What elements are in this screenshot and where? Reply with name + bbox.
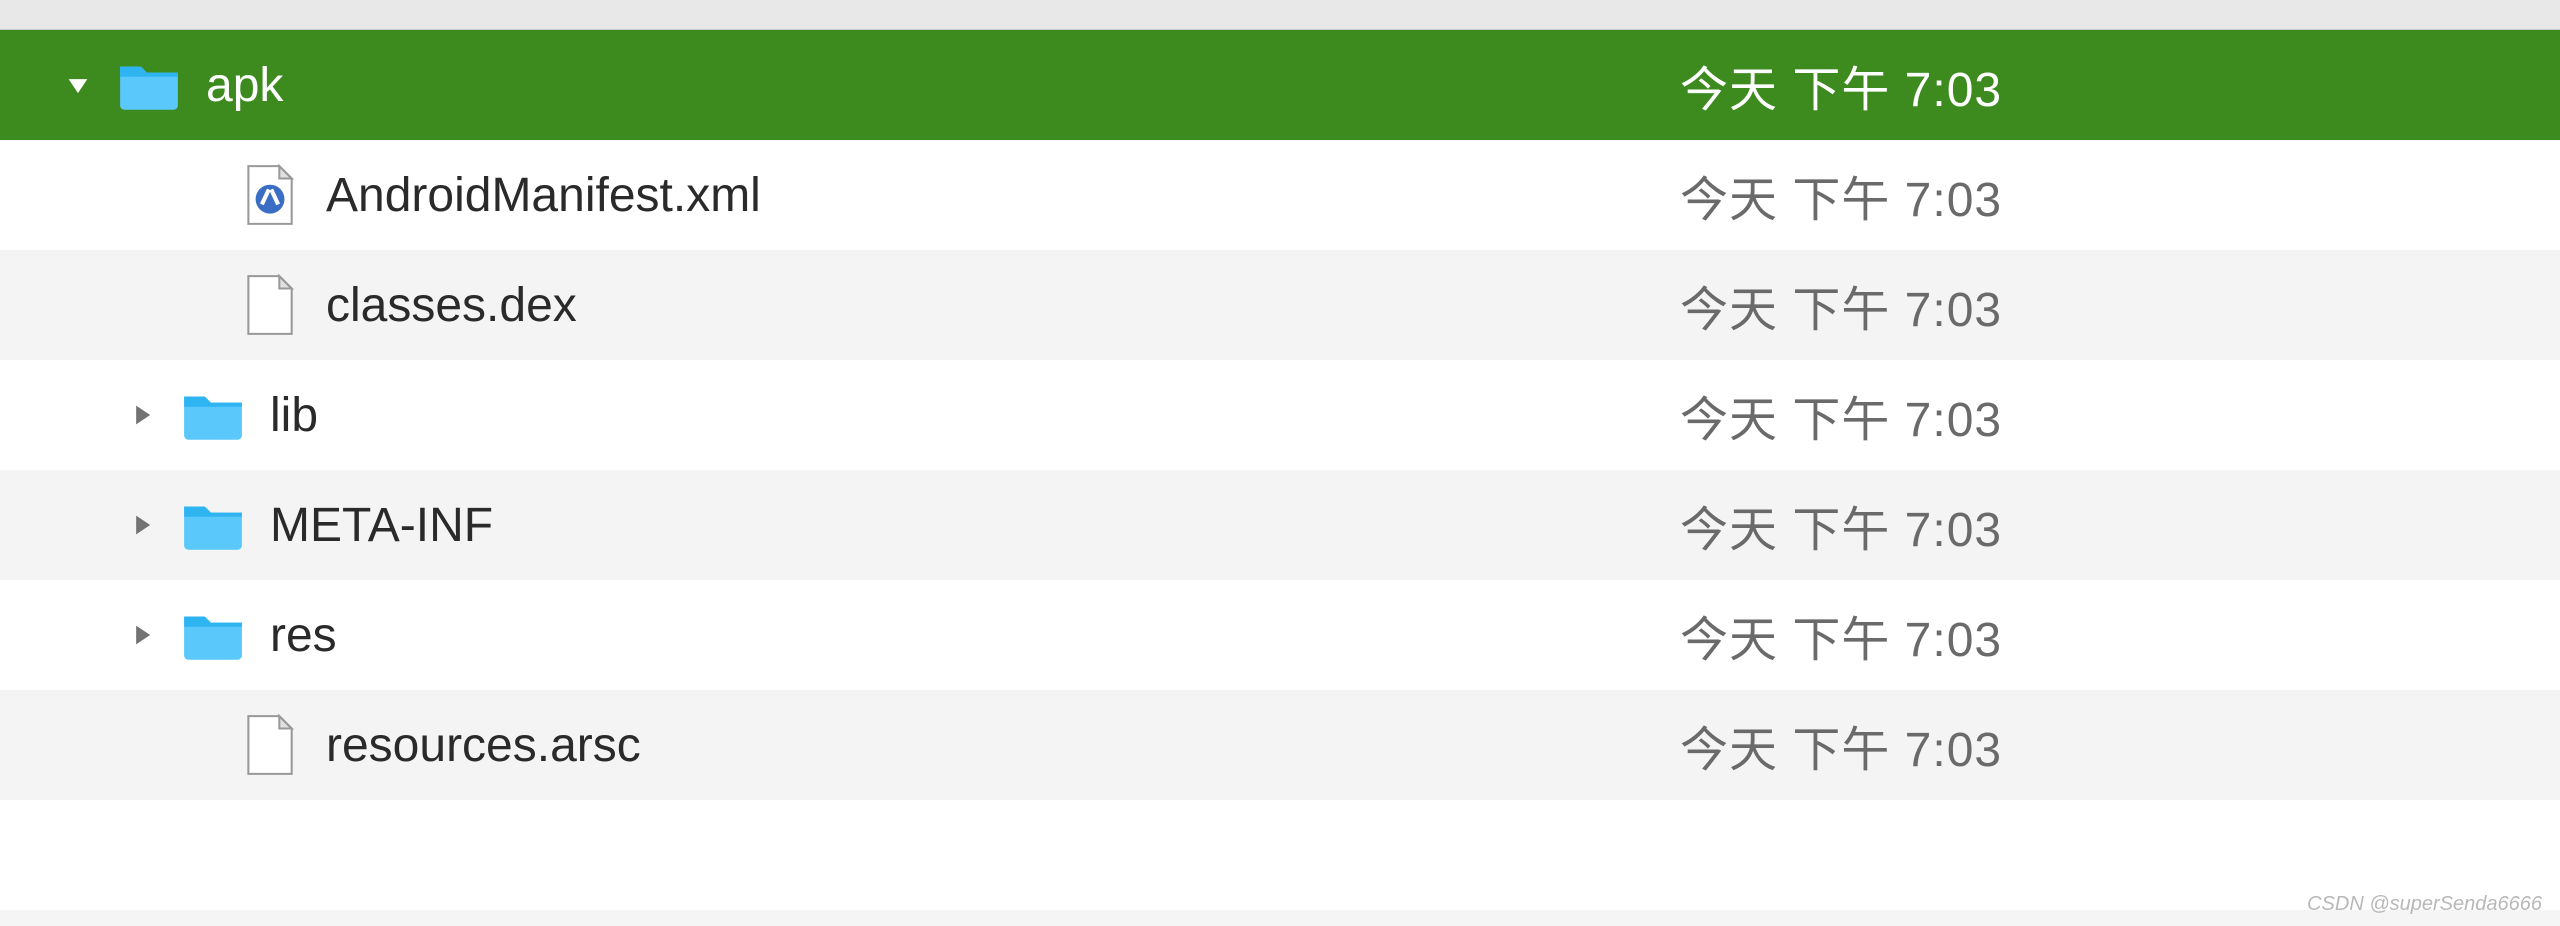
disclosure-triangle-right-icon[interactable] [124, 507, 160, 543]
folder-icon [180, 602, 246, 668]
disclosure-triangle-down-icon[interactable] [60, 67, 96, 103]
folder-icon [180, 492, 246, 558]
file-list[interactable]: apk 今天 下午 7:03 AndroidManifest.xml 今天 下午… [0, 30, 2560, 910]
file-date: 今天 下午 7:03 [1680, 710, 2560, 780]
folder-row-apk[interactable]: apk 今天 下午 7:03 [0, 30, 2560, 140]
toolbar-area [0, 0, 2560, 30]
file-date: 今天 下午 7:03 [1680, 490, 2560, 560]
folder-row-res[interactable]: res 今天 下午 7:03 [0, 580, 2560, 690]
file-row-manifest[interactable]: AndroidManifest.xml 今天 下午 7:03 [0, 140, 2560, 250]
file-row-classes-dex[interactable]: classes.dex 今天 下午 7:03 [0, 250, 2560, 360]
file-name: META-INF [270, 498, 1680, 553]
file-date: 今天 下午 7:03 [1680, 600, 2560, 670]
generic-file-icon [236, 272, 302, 338]
disclosure-triangle-right-icon[interactable] [124, 397, 160, 433]
folder-icon [116, 52, 182, 118]
disclosure-triangle-right-icon[interactable] [124, 617, 160, 653]
empty-row [0, 800, 2560, 910]
folder-row-lib[interactable]: lib 今天 下午 7:03 [0, 360, 2560, 470]
file-row-resources-arsc[interactable]: resources.arsc 今天 下午 7:03 [0, 690, 2560, 800]
folder-icon [180, 382, 246, 448]
finder-window: apk 今天 下午 7:03 AndroidManifest.xml 今天 下午… [0, 0, 2560, 926]
file-date: 今天 下午 7:03 [1680, 270, 2560, 340]
folder-row-meta-inf[interactable]: META-INF 今天 下午 7:03 [0, 470, 2560, 580]
file-name: AndroidManifest.xml [326, 168, 1680, 223]
xml-file-icon [236, 162, 302, 228]
generic-file-icon [236, 712, 302, 778]
file-name: classes.dex [326, 278, 1680, 333]
file-date: 今天 下午 7:03 [1680, 50, 2560, 120]
file-date: 今天 下午 7:03 [1680, 160, 2560, 230]
watermark-text: CSDN @superSenda6666 [2307, 893, 2542, 916]
file-name: res [270, 608, 1680, 663]
file-name: resources.arsc [326, 718, 1680, 773]
file-name: lib [270, 388, 1680, 443]
file-date: 今天 下午 7:03 [1680, 380, 2560, 450]
file-name: apk [206, 58, 1680, 113]
